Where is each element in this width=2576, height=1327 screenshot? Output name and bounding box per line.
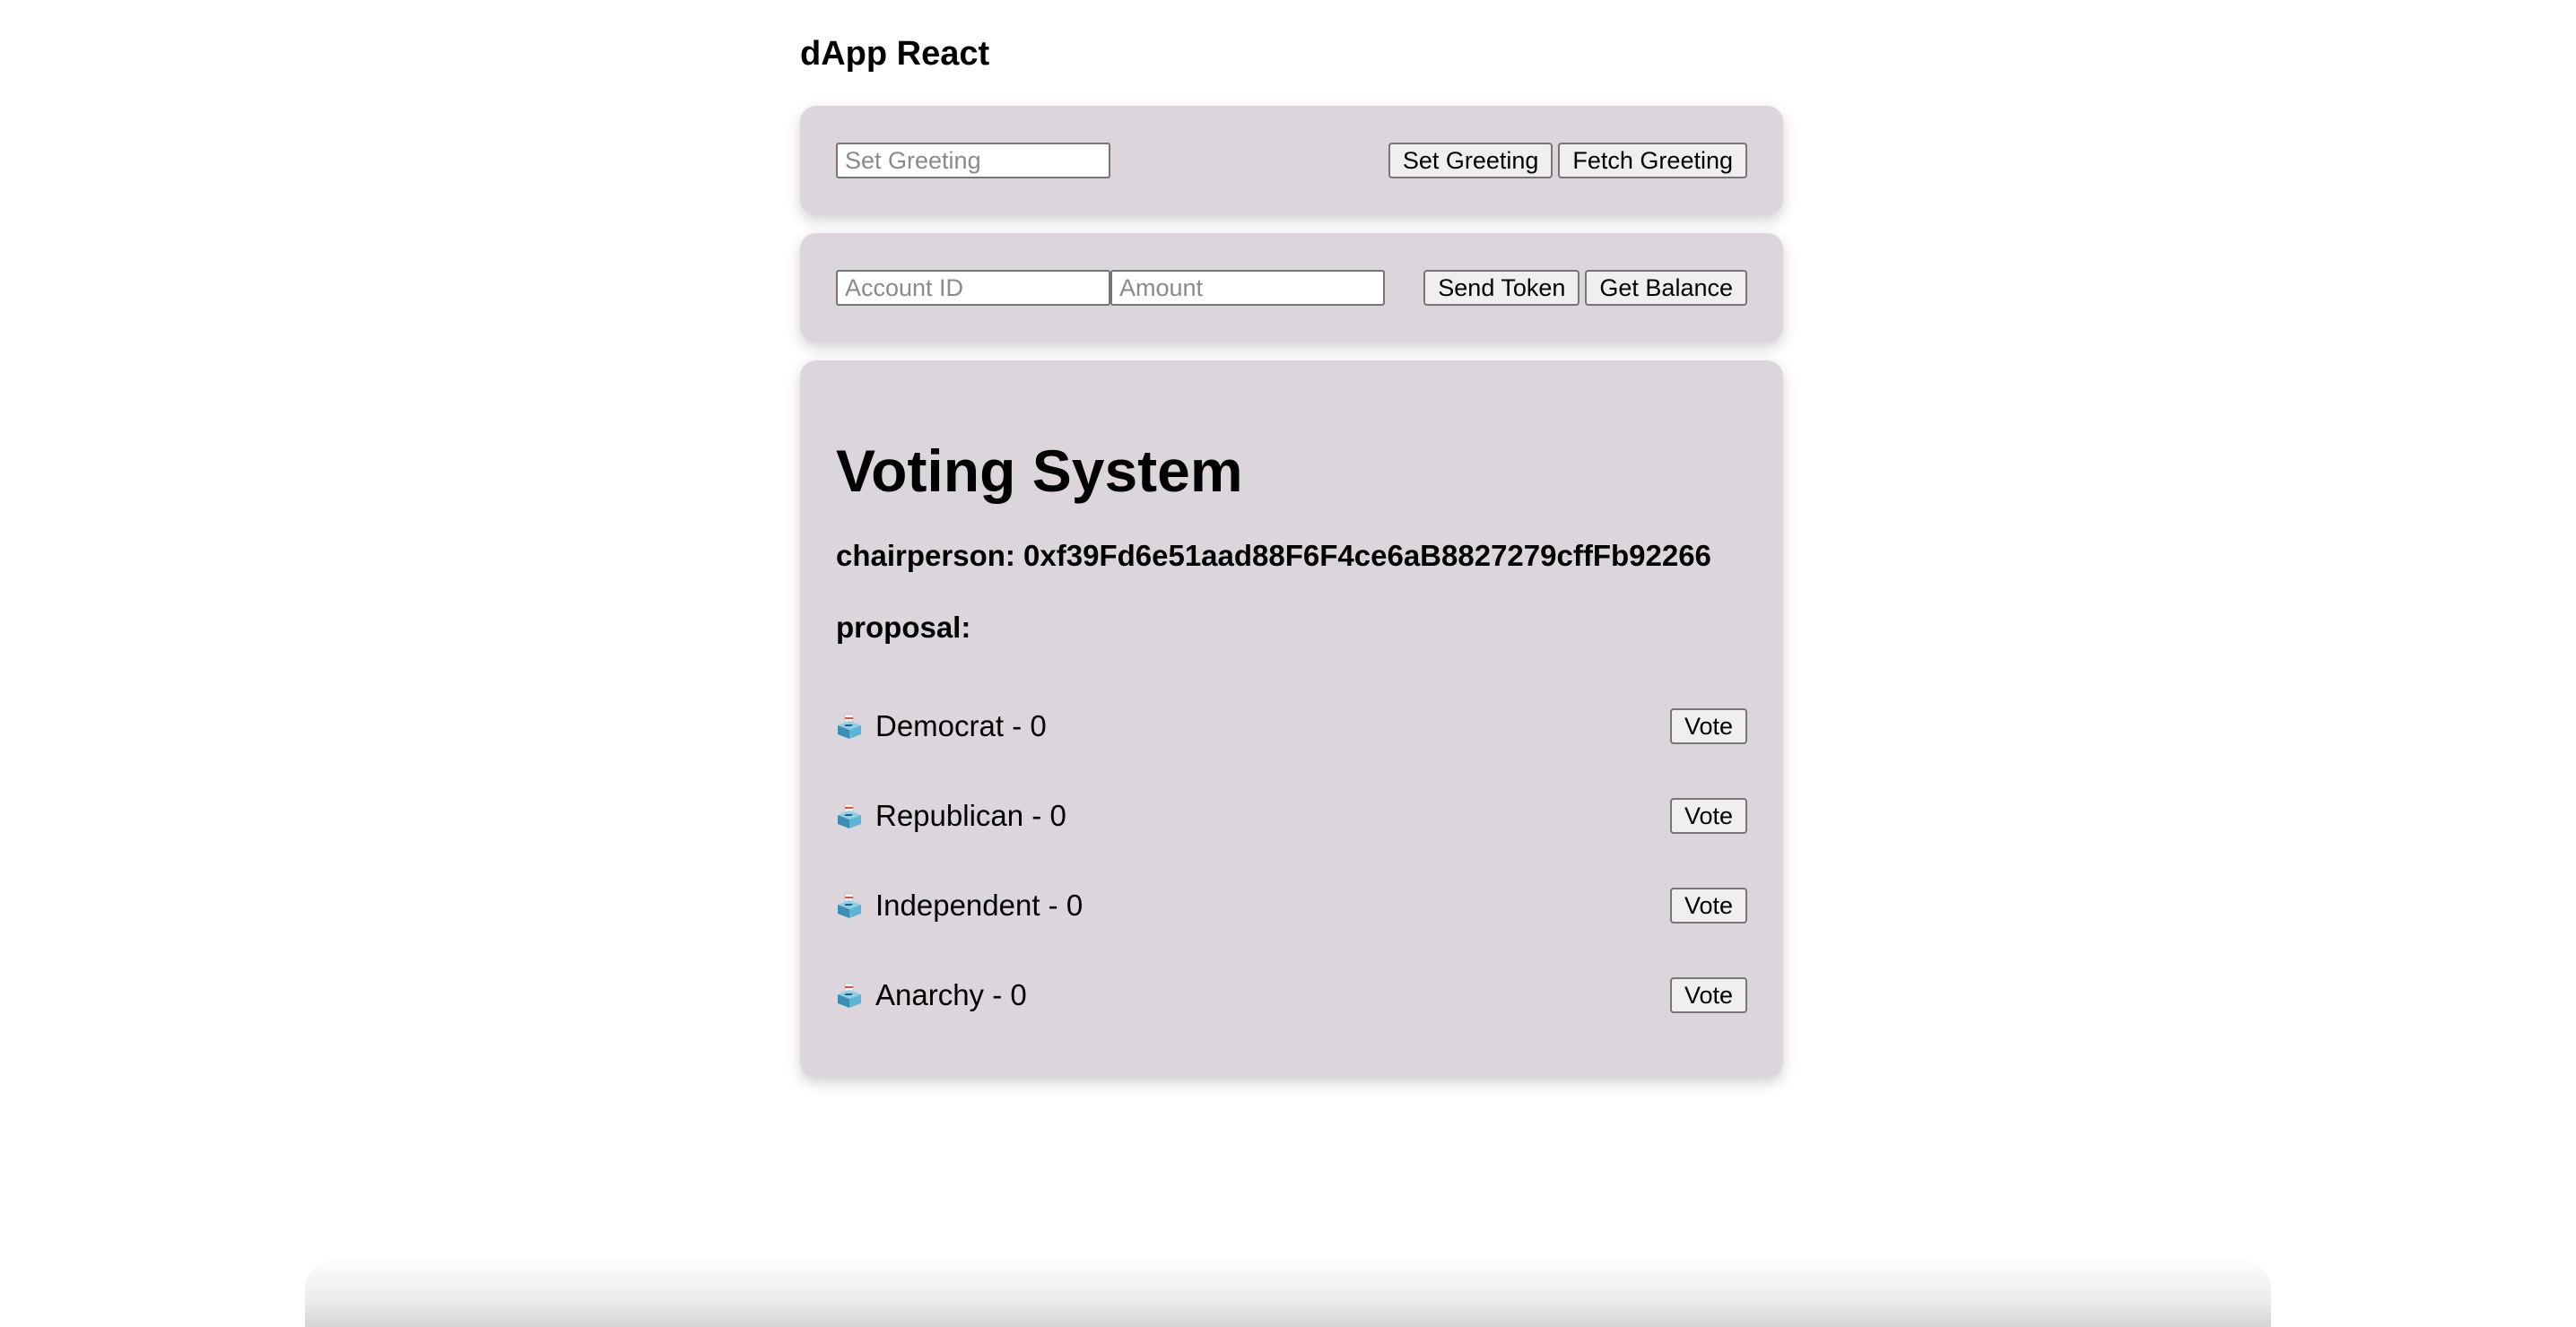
token-row: Send Token Get Balance (836, 269, 1747, 307)
page: dApp React Set Greeting Fetch Greeting S… (0, 0, 2576, 1327)
proposal-name-count: Anarchy - 0 (875, 978, 1027, 1011)
amount-input[interactable] (1110, 270, 1385, 306)
voting-card: Voting System chairperson: 0xf39Fd6e51aa… (800, 360, 1783, 1078)
proposal-info: Republican - 0 (836, 796, 1066, 836)
vote-button-independent[interactable]: Vote (1669, 888, 1747, 924)
ballot-box-icon (838, 893, 861, 918)
proposal-item: Democrat - 0 Vote (836, 699, 1747, 789)
fetch-greeting-button[interactable]: Fetch Greeting (1558, 143, 1747, 178)
ballot-box-icon (838, 714, 861, 739)
account-id-input[interactable] (836, 270, 1110, 306)
proposal-name-count: Independent - 0 (875, 889, 1083, 922)
voting-title: Voting System (836, 438, 1243, 504)
proposal-info: Democrat - 0 (836, 707, 1047, 746)
chairperson-address: chairperson: 0xf39Fd6e51aad88F6F4ce6aB88… (836, 539, 1711, 572)
token-buttons: Send Token Get Balance (1423, 270, 1747, 306)
ballot-box-icon (838, 803, 861, 828)
greeting-buttons: Set Greeting Fetch Greeting (1388, 143, 1747, 178)
ballot-box-icon (838, 983, 861, 1008)
greeting-inputs (836, 143, 1110, 178)
get-balance-button[interactable]: Get Balance (1585, 270, 1747, 306)
greeting-input[interactable] (836, 143, 1110, 178)
greeting-card: Set Greeting Fetch Greeting (800, 106, 1783, 215)
token-card: Send Token Get Balance (800, 233, 1783, 343)
proposal-info: Independent - 0 (836, 886, 1083, 925)
proposal-item: Republican - 0 Vote (836, 789, 1747, 879)
greeting-row: Set Greeting Fetch Greeting (836, 142, 1747, 179)
proposal-item: Independent - 0 Vote (836, 879, 1747, 968)
token-inputs (836, 270, 1385, 306)
proposal-item: Anarchy - 0 Vote (836, 968, 1747, 1058)
send-token-button[interactable]: Send Token (1423, 270, 1580, 306)
vote-button-anarchy[interactable]: Vote (1669, 977, 1747, 1013)
proposal-name-count: Republican - 0 (875, 799, 1066, 832)
proposal-label: proposal: (836, 611, 971, 644)
set-greeting-button[interactable]: Set Greeting (1388, 143, 1553, 178)
vote-button-democrat[interactable]: Vote (1669, 708, 1747, 744)
bottom-window-shadow (305, 1255, 2271, 1327)
proposal-name-count: Democrat - 0 (875, 709, 1047, 742)
proposal-list: Democrat - 0 Vote Republican - 0 Vote In… (836, 699, 1747, 1058)
vote-button-republican[interactable]: Vote (1669, 798, 1747, 834)
app-title: dApp React (800, 35, 990, 73)
proposal-info: Anarchy - 0 (836, 976, 1027, 1015)
